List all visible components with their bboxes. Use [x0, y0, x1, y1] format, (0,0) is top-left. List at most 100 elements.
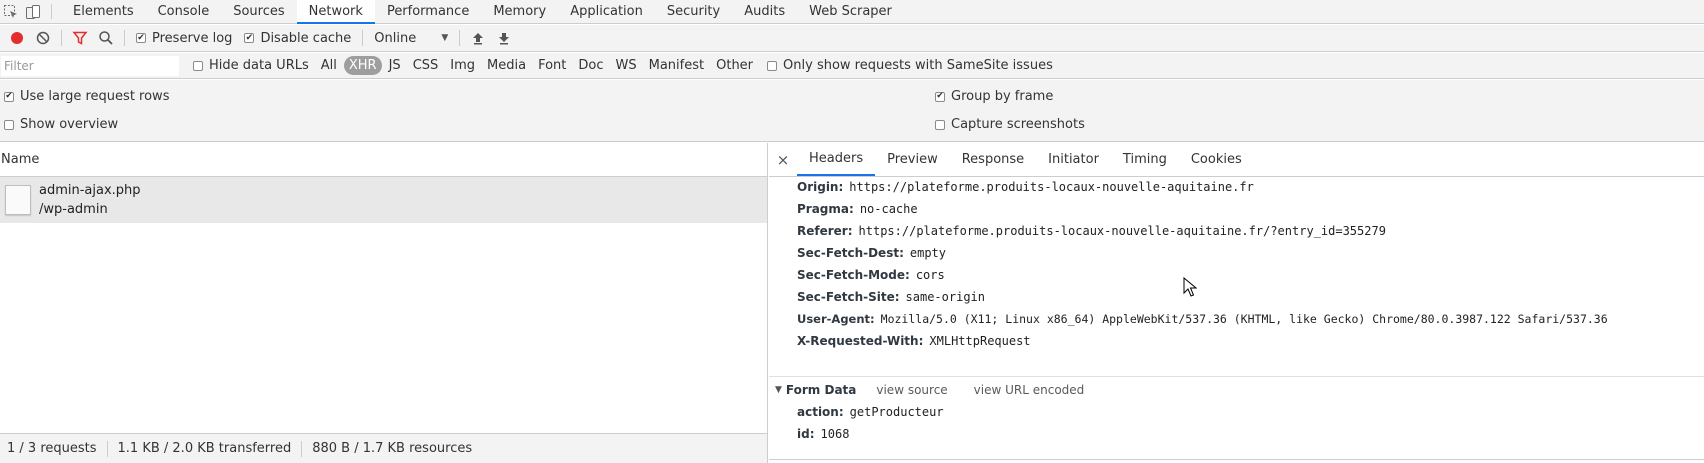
checkbox-unchecked[interactable] — [193, 60, 203, 71]
header-value: empty — [909, 246, 946, 260]
form-field-action: action: getProducteur — [797, 405, 944, 419]
inspect-element-icon[interactable] — [0, 0, 22, 23]
toolbar-divider — [51, 4, 52, 19]
header-value: same-origin — [905, 290, 986, 304]
toolbar-divider — [459, 30, 461, 46]
tab-elements[interactable]: Elements — [61, 0, 146, 23]
disable-cache-checkbox[interactable]: ✔ Disable cache — [244, 31, 351, 46]
tab-network[interactable]: Network — [296, 0, 375, 24]
form-field-value: getProducteur — [849, 405, 944, 419]
request-name: admin-ajax.php — [39, 183, 141, 198]
tab-performance[interactable]: Performance — [375, 0, 481, 23]
header-value: cors — [915, 268, 945, 282]
header-row-x-requested-with: X-Requested-With: XMLHttpRequest — [797, 334, 1031, 348]
form-field-value: 1068 — [820, 427, 850, 441]
checkbox-unchecked[interactable] — [767, 60, 778, 71]
details-tab-bar: × Headers Preview Response Initiator Tim… — [769, 143, 1704, 177]
network-settings-pane: ✔ Use large request rows Show overview ✔… — [0, 80, 1704, 142]
large-rows-label: Use large request rows — [20, 89, 170, 104]
filter-type-manifest[interactable]: Manifest — [644, 56, 709, 75]
close-icon[interactable]: × — [769, 143, 797, 176]
filter-funnel-icon[interactable] — [67, 25, 93, 51]
disable-cache-label: Disable cache — [260, 30, 352, 46]
tab-console[interactable]: Console — [146, 0, 222, 23]
header-value: https://plateforme.produits-locaux-nouve… — [849, 180, 1254, 194]
export-har-icon[interactable] — [491, 25, 517, 51]
preserve-log-label: Preserve log — [152, 30, 233, 46]
samesite-checkbox[interactable]: Only show requests with SameSite issues — [767, 58, 1053, 73]
group-by-frame-checkbox[interactable]: ✔ Group by frame — [935, 89, 1053, 104]
filter-input[interactable]: Filter — [1, 55, 179, 76]
tab-security[interactable]: Security — [655, 0, 732, 23]
samesite-label: Only show requests with SameSite issues — [783, 58, 1053, 73]
large-rows-checkbox[interactable]: ✔ Use large request rows — [4, 89, 169, 104]
tab-timing[interactable]: Timing — [1111, 143, 1179, 176]
checkbox-checked[interactable]: ✔ — [136, 33, 146, 43]
filter-type-ws[interactable]: WS — [611, 56, 642, 75]
request-name-cell: admin-ajax.php /wp-admin — [39, 181, 141, 219]
tab-audits[interactable]: Audits — [732, 0, 797, 23]
record-button[interactable] — [4, 25, 30, 51]
tab-sources[interactable]: Sources — [221, 0, 296, 23]
checkbox-unchecked[interactable] — [4, 119, 14, 130]
request-count: 1 / 3 requests — [7, 441, 97, 456]
request-details-panel: × Headers Preview Response Initiator Tim… — [769, 143, 1704, 463]
filter-type-other[interactable]: Other — [711, 56, 758, 75]
tab-application[interactable]: Application — [558, 0, 655, 23]
tab-headers[interactable]: Headers — [797, 143, 876, 176]
filter-type-doc[interactable]: Doc — [573, 56, 608, 75]
filter-type-all[interactable]: All — [316, 56, 342, 75]
filter-type-xhr[interactable]: XHR — [343, 56, 382, 75]
show-overview-checkbox[interactable]: Show overview — [4, 117, 118, 132]
form-field-key: action: — [797, 405, 844, 419]
group-by-frame-label: Group by frame — [951, 89, 1054, 104]
document-icon — [5, 185, 31, 215]
header-key: User-Agent: — [797, 312, 875, 326]
filter-type-css[interactable]: CSS — [408, 56, 444, 75]
filter-type-media[interactable]: Media — [482, 56, 531, 75]
header-value: Mozilla/5.0 (X11; Linux x86_64) AppleWeb… — [880, 312, 1608, 326]
header-row-user-agent: User-Agent: Mozilla/5.0 (X11; Linux x86_6… — [797, 312, 1608, 326]
chevron-down-icon: ▼ — [441, 33, 449, 43]
table-row[interactable]: admin-ajax.php /wp-admin — [0, 177, 767, 223]
network-status-bar: 1 / 3 requests 1.1 KB / 2.0 KB transferr… — [0, 433, 767, 463]
view-url-encoded-link[interactable]: view URL encoded — [974, 383, 1085, 397]
checkbox-unchecked[interactable] — [935, 119, 945, 130]
devtools-tab-bar: Elements Console Sources Network Perform… — [0, 0, 1704, 24]
tab-initiator[interactable]: Initiator — [1036, 143, 1111, 176]
search-icon[interactable] — [93, 25, 119, 51]
status-divider — [106, 440, 108, 457]
checkbox-checked[interactable]: ✔ — [935, 91, 945, 102]
view-source-link[interactable]: view source — [876, 383, 947, 397]
header-key: X-Requested-With: — [797, 334, 924, 348]
filter-type-font[interactable]: Font — [533, 56, 571, 75]
network-toolbar: ✔ Preserve log ✔ Disable cache Online ▼ — [0, 25, 1704, 52]
mouse-cursor-icon — [1183, 277, 1197, 297]
hide-data-urls-checkbox[interactable]: Hide data URLs — [193, 58, 309, 73]
header-key: Referer: — [797, 224, 853, 238]
import-har-icon[interactable] — [465, 25, 491, 51]
show-overview-label: Show overview — [20, 117, 119, 132]
tab-web-scraper[interactable]: Web Scraper — [797, 0, 904, 23]
capture-screenshots-checkbox[interactable]: Capture screenshots — [935, 117, 1085, 132]
filter-type-img[interactable]: Img — [445, 56, 480, 75]
clear-button[interactable] — [30, 25, 56, 51]
device-toolbar-icon[interactable] — [22, 0, 44, 23]
name-column-header[interactable]: Name — [0, 143, 767, 177]
tab-preview[interactable]: Preview — [875, 143, 950, 176]
toolbar-divider — [61, 30, 62, 46]
tab-memory[interactable]: Memory — [481, 0, 558, 23]
filter-type-js[interactable]: JS — [384, 56, 406, 75]
checkbox-checked[interactable]: ✔ — [4, 91, 14, 102]
header-value: no-cache — [859, 202, 918, 216]
checkbox-checked[interactable]: ✔ — [244, 33, 255, 43]
status-divider — [301, 440, 303, 457]
form-data-section-header[interactable]: ▼ Form Data view source view URL encoded — [769, 376, 1704, 402]
toolbar-divider — [124, 30, 125, 46]
capture-screenshots-label: Capture screenshots — [951, 117, 1085, 132]
tab-response[interactable]: Response — [950, 143, 1036, 176]
tab-cookies[interactable]: Cookies — [1179, 143, 1254, 176]
form-field-id: id: 1068 — [797, 427, 849, 441]
throttling-select[interactable]: Online ▼ — [368, 31, 454, 46]
preserve-log-checkbox[interactable]: ✔ Preserve log — [136, 31, 232, 46]
